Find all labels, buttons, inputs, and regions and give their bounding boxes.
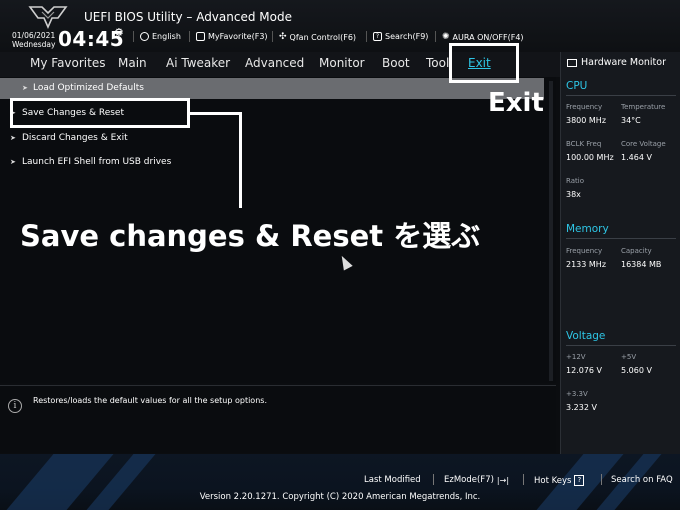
instruction-annotation: Save changes & Reset を選ぶ xyxy=(20,219,481,253)
memory-frequency-value: 2133 MHz xyxy=(566,260,607,269)
tab-monitor[interactable]: Monitor xyxy=(319,56,365,70)
core-voltage-value: 1.464 V xyxy=(621,153,652,162)
footer-divider xyxy=(523,474,524,485)
toolbar-divider xyxy=(366,31,367,42)
help-info-bar: i Restores/loads the default values for … xyxy=(0,385,556,453)
hardware-monitor-title-text: Hardware Monitor xyxy=(581,57,666,68)
date-text: 01/06/2021 xyxy=(12,31,56,40)
save-reset-highlight-box xyxy=(10,98,190,128)
search-label: Search(F9) xyxy=(385,32,429,41)
ezmode-button[interactable]: EzMode(F7) |→| xyxy=(444,475,509,485)
toolbar-divider xyxy=(189,31,190,42)
bclk-value: 100.00 MHz xyxy=(566,153,614,162)
aura-icon: ✺ xyxy=(442,32,450,42)
tab-my-favorites[interactable]: My Favorites xyxy=(30,56,105,70)
v5-label: +5V xyxy=(621,353,637,361)
annotation-connector-vertical xyxy=(239,112,242,208)
search-faq-button[interactable]: Search on FAQ xyxy=(611,475,673,485)
cpu-frequency-value: 3800 MHz xyxy=(566,116,607,125)
qfan-label: Qfan Control(F6) xyxy=(289,32,357,42)
toolbar-divider xyxy=(435,31,436,42)
qfan-button[interactable]: ✣ Qfan Control(F6) xyxy=(279,32,356,42)
menu-item-discard-changes-exit[interactable]: Discard Changes & Exit xyxy=(10,128,544,149)
weekday-text: Wednesday xyxy=(12,40,56,49)
hardware-monitor-panel: Hardware Monitor CPU Frequency Temperatu… xyxy=(560,52,680,454)
memory-divider xyxy=(566,238,676,239)
memory-capacity-label: Capacity xyxy=(621,247,652,255)
aura-label: AURA ON/OFF(F4) xyxy=(452,32,524,42)
app-title: UEFI BIOS Utility – Advanced Mode xyxy=(84,10,292,24)
hotkeys-label: Hot Keys xyxy=(534,475,572,486)
bclk-label: BCLK Freq xyxy=(566,140,602,148)
version-text: Version 2.20.1271. Copyright (C) 2020 Am… xyxy=(199,492,481,502)
tab-advanced[interactable]: Advanced xyxy=(245,56,304,70)
exit-tab-highlight-box xyxy=(449,43,519,83)
language-label: English xyxy=(152,32,181,41)
annotation-connector-horizontal xyxy=(190,112,242,115)
last-modified-button[interactable]: Last Modified xyxy=(364,475,421,485)
v33-label: +3.3V xyxy=(566,390,588,398)
voltage-heading: Voltage xyxy=(566,330,606,342)
v12-label: +12V xyxy=(566,353,586,361)
exit-annotation-label: Exit xyxy=(488,88,544,118)
tab-main[interactable]: Main xyxy=(118,56,147,70)
menu-item-launch-efi-shell[interactable]: Launch EFI Shell from USB drives xyxy=(10,152,544,173)
cpu-heading: CPU xyxy=(566,80,588,92)
footer-divider xyxy=(601,474,602,485)
menu-scrollbar[interactable] xyxy=(549,81,553,381)
footer-divider xyxy=(433,474,434,485)
hotkeys-button[interactable]: Hot Keys ? xyxy=(534,475,585,486)
search-icon: ? xyxy=(373,32,382,41)
hardware-monitor-title: Hardware Monitor xyxy=(567,57,666,68)
cpu-temperature-value: 34°C xyxy=(621,116,641,125)
toolbar-divider xyxy=(133,31,134,42)
help-text: Restores/loads the default values for al… xyxy=(33,396,267,405)
tab-ai-tweaker[interactable]: Ai Tweaker xyxy=(166,56,230,70)
core-voltage-label: Core Voltage xyxy=(621,140,666,148)
hotkeys-key-icon: ? xyxy=(574,475,585,486)
v12-value: 12.076 V xyxy=(566,366,603,375)
cpu-temperature-label: Temperature xyxy=(621,103,666,111)
globe-icon xyxy=(140,32,149,41)
ezmode-exit-icon: |→| xyxy=(496,475,510,485)
language-button[interactable]: English xyxy=(140,32,181,41)
favorite-icon xyxy=(196,32,205,41)
monitor-icon xyxy=(567,58,577,67)
fan-icon: ✣ xyxy=(279,32,287,42)
footer-bar: Last Modified EzMode(F7) |→| Hot Keys ? … xyxy=(0,454,680,510)
myfavorite-button[interactable]: MyFavorite(F3) xyxy=(196,32,268,41)
cpu-frequency-label: Frequency xyxy=(566,103,603,111)
tab-tool[interactable]: Tool xyxy=(426,56,449,70)
info-icon: i xyxy=(8,399,22,413)
ratio-value: 38x xyxy=(566,190,581,199)
myfavorite-label: MyFavorite(F3) xyxy=(208,32,268,41)
ratio-label: Ratio xyxy=(566,177,584,185)
voltage-divider xyxy=(566,345,676,346)
ezmode-label: EzMode(F7) xyxy=(444,475,494,485)
memory-capacity-value: 16384 MB xyxy=(621,260,662,269)
gear-icon[interactable]: ⚙ xyxy=(114,26,124,39)
date-display: 01/06/2021 Wednesday xyxy=(12,31,55,49)
search-button[interactable]: ? Search(F9) xyxy=(373,32,428,41)
v33-value: 3.232 V xyxy=(566,403,597,412)
v5-value: 5.060 V xyxy=(621,366,652,375)
tab-boot[interactable]: Boot xyxy=(382,56,410,70)
memory-frequency-label: Frequency xyxy=(566,247,603,255)
cpu-divider xyxy=(566,95,676,96)
top-bar: UEFI BIOS Utility – Advanced Mode 01/06/… xyxy=(0,0,680,52)
aura-button[interactable]: ✺ AURA ON/OFF(F4) xyxy=(442,32,524,42)
toolbar-divider xyxy=(272,31,273,42)
memory-heading: Memory xyxy=(566,223,609,235)
